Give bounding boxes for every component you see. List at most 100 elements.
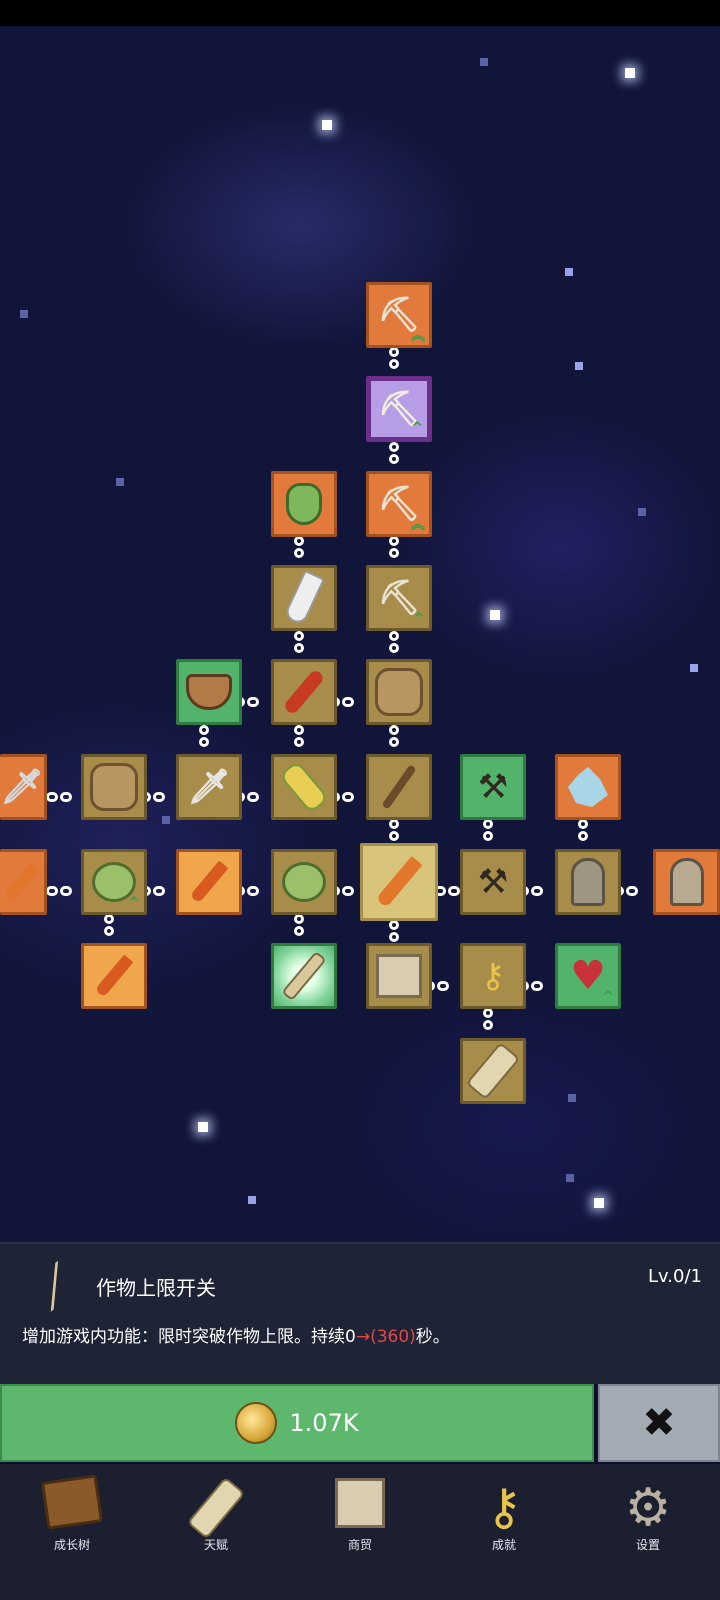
- carrot-node-bottom[interactable]: [81, 943, 147, 1009]
- star-icon: [625, 68, 635, 78]
- pepper-node[interactable]: [271, 471, 337, 537]
- nav-label: 设置: [635, 1538, 660, 1552]
- shovel-node-3[interactable]: ⛏ ︽: [366, 471, 432, 537]
- shovel-icon: ⛏: [377, 578, 421, 618]
- close-button[interactable]: ✖: [598, 1384, 720, 1462]
- nav-talent[interactable]: 天赋: [144, 1464, 288, 1600]
- map-icon: [376, 954, 422, 998]
- sword-node-left[interactable]: 🗡: [0, 754, 47, 820]
- backpack-node-1[interactable]: [366, 659, 432, 725]
- tree-link: [45, 792, 73, 802]
- nav-growth-tree[interactable]: 成长树: [0, 1464, 144, 1600]
- shovel-icon: ⛏: [377, 484, 421, 524]
- star-icon: [480, 58, 488, 66]
- desc-change: →(360): [355, 1327, 416, 1347]
- statue-node-2[interactable]: [653, 849, 720, 915]
- nav-label: 天赋: [203, 1538, 228, 1552]
- backpack-node-2[interactable]: [81, 754, 147, 820]
- statue-node-1[interactable]: [555, 849, 621, 915]
- star-icon: [248, 1196, 256, 1204]
- shovel-node-2[interactable]: ⛏ ^: [366, 376, 432, 442]
- nav-achievement[interactable]: ⚷ 成就: [432, 1464, 576, 1600]
- pickaxe-node[interactable]: ⚒: [460, 849, 526, 915]
- stick-node[interactable]: [366, 754, 432, 820]
- status-bar: [0, 0, 720, 26]
- crop-switch-node[interactable]: [271, 943, 337, 1009]
- tree-link: [104, 912, 114, 938]
- radish-node[interactable]: [271, 565, 337, 631]
- tree-link: [294, 534, 304, 560]
- heart-node[interactable]: ♥ ^: [555, 943, 621, 1009]
- crop-switch-icon: [281, 950, 327, 1002]
- heart-icon: ♥: [570, 953, 606, 999]
- cabbage-icon: [282, 862, 326, 902]
- green-pepper-icon: [286, 483, 322, 525]
- tree-link: [294, 723, 304, 749]
- growth-tree-area[interactable]: [0, 26, 720, 1266]
- statue-icon: [669, 858, 704, 906]
- nav-label: 成就: [491, 1538, 516, 1552]
- tree-link: [294, 629, 304, 655]
- bowl-icon: [186, 674, 232, 710]
- tree-link: [294, 912, 304, 938]
- scroll-icon: [186, 1476, 246, 1540]
- shovel-icon: ⛏: [377, 295, 421, 335]
- key-icon: ⚷: [485, 1478, 523, 1536]
- shovel-node-4[interactable]: ⛏ ^: [366, 565, 432, 631]
- carrot-icon: [375, 856, 423, 908]
- stick-icon: [381, 764, 417, 810]
- tree-link: [578, 817, 588, 843]
- key-node[interactable]: ⚷: [460, 943, 526, 1009]
- statue-icon: [571, 858, 605, 906]
- crystal-node[interactable]: [555, 754, 621, 820]
- carrot-node-mid[interactable]: [176, 849, 242, 915]
- bowl-node[interactable]: [176, 659, 242, 725]
- skill-level: Lv.0/1: [648, 1266, 702, 1287]
- scroll-node[interactable]: [460, 1038, 526, 1104]
- map-node[interactable]: [366, 943, 432, 1009]
- star-icon: [690, 664, 698, 672]
- tree-link: [389, 918, 399, 944]
- cabbage-node-1[interactable]: ^: [81, 849, 147, 915]
- desc-prefix: 增加游戏内功能：限时突破作物上限。持续0: [22, 1327, 356, 1347]
- tree-link: [199, 723, 209, 749]
- shovel-node-1[interactable]: ⛏ ︽: [366, 282, 432, 348]
- star-icon: [198, 1122, 208, 1132]
- star-icon: [575, 362, 583, 370]
- nav-trade[interactable]: 商贸: [288, 1464, 432, 1600]
- nav-label: 商贸: [347, 1538, 372, 1552]
- carrot-node-selected[interactable]: [360, 843, 438, 921]
- chili-node[interactable]: [271, 659, 337, 725]
- backpack-icon: [90, 763, 138, 811]
- upgrade-chevron-icon: ︽: [411, 517, 425, 533]
- pickaxe-node-green[interactable]: ⚒: [460, 754, 526, 820]
- map-icon: [335, 1478, 385, 1528]
- bottom-nav: 成长树 天赋 商贸 ⚷ 成就 ⚙ 设置: [0, 1464, 720, 1600]
- corn-node[interactable]: [271, 754, 337, 820]
- tree-link: [389, 345, 399, 371]
- star-icon: [638, 508, 646, 516]
- tree-link: [483, 817, 493, 843]
- upgrade-chevron-icon: ^: [602, 989, 614, 1005]
- upgrade-cost: 1.07K: [289, 1409, 359, 1437]
- star-icon: [116, 478, 124, 486]
- star-icon: [162, 816, 170, 824]
- gear-icon: ⚙: [624, 1478, 672, 1538]
- sword-node[interactable]: 🗡: [176, 754, 242, 820]
- backpack-icon: [375, 668, 423, 716]
- upgrade-chevron-icon: ^: [413, 611, 425, 627]
- skill-description: 增加游戏内功能：限时突破作物上限。持续0→(360)秒。: [22, 1322, 450, 1347]
- cabbage-node-2[interactable]: [271, 849, 337, 915]
- nav-settings[interactable]: ⚙ 设置: [576, 1464, 720, 1600]
- upgrade-chevron-icon: ^: [411, 420, 423, 436]
- carrot-node-left[interactable]: [0, 849, 47, 915]
- sword-icon: 🗡: [187, 767, 231, 807]
- upgrade-chevron-icon: ︽: [411, 328, 425, 344]
- key-icon: ⚷: [480, 956, 506, 996]
- skill-info-panel: ⟋ 作物上限开关 Lv.0/1 增加游戏内功能：限时突破作物上限。持续0→(36…: [0, 1242, 720, 1384]
- pickaxe-icon: ⚒: [477, 767, 509, 807]
- crystal-icon: [568, 767, 608, 807]
- chili-icon: [282, 668, 326, 716]
- upgrade-button[interactable]: 1.07K: [0, 1384, 594, 1462]
- scroll-icon: [465, 1041, 521, 1101]
